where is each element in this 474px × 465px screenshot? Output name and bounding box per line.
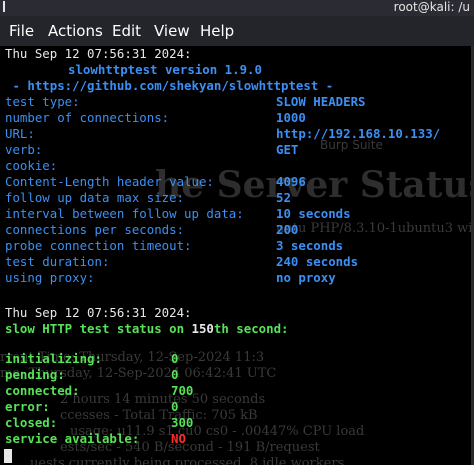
- terminal-icon: [3, 1, 14, 12]
- status-heading-suffix: th second:: [213, 321, 289, 336]
- menu-edit[interactable]: Edit: [112, 22, 141, 40]
- status-label: pending:: [5, 367, 65, 382]
- status-value: 0: [171, 367, 179, 382]
- status-timestamp: Thu Sep 12 07:56:31 2024:: [5, 305, 192, 320]
- status-heading-number: 150: [191, 321, 214, 336]
- config-label: follow up data max size:: [5, 190, 185, 205]
- background-text: ccesses - Total Traffic: 705 kB: [60, 408, 258, 423]
- status-value: 0: [171, 351, 179, 366]
- status-label: closed:: [5, 415, 58, 430]
- terminal-cursor: [4, 449, 12, 463]
- config-label: verb:: [5, 142, 43, 157]
- tool-url: - https://github.com/shekyan/slowhttptes…: [5, 78, 334, 93]
- menu-actions[interactable]: Actions: [48, 22, 103, 40]
- config-value: http://192.168.10.133/: [276, 126, 441, 141]
- menu-help[interactable]: Help: [200, 22, 234, 40]
- tool-version: slowhttptest version 1.9.0: [68, 62, 262, 77]
- config-label: probe connection timeout:: [5, 238, 192, 253]
- title-bar: root@kali: /u: [0, 0, 474, 16]
- status-value: 300: [171, 415, 194, 430]
- config-label: using proxy:: [5, 270, 95, 285]
- menu-bar: File Actions Edit View Help: [0, 16, 474, 46]
- config-label: connections per seconds:: [5, 222, 185, 237]
- config-label: interval between follow up data:: [5, 206, 244, 221]
- status-label: connected:: [5, 383, 80, 398]
- config-label: cookie:: [5, 158, 58, 173]
- menu-view[interactable]: View: [154, 22, 190, 40]
- config-value: SLOW HEADERS: [276, 94, 366, 109]
- config-label: Content-Length header value:: [5, 174, 214, 189]
- config-value: 4096: [276, 174, 306, 189]
- config-label: URL:: [5, 126, 35, 141]
- service-available-value: NO: [171, 431, 186, 446]
- background-text: 2 hours 14 minutes 50 seconds: [60, 392, 266, 407]
- menu-file[interactable]: File: [9, 22, 34, 40]
- config-value: 3 seconds: [276, 238, 344, 253]
- background-text: untu PHP/8.3.10-1ubuntu3 with: [276, 221, 474, 236]
- status-value: 0: [171, 399, 179, 414]
- config-label: number of connections:: [5, 110, 170, 125]
- status-heading-prefix: slow HTTP test status on: [5, 321, 192, 336]
- status-label: error:: [5, 399, 50, 414]
- config-value: no proxy: [276, 270, 336, 285]
- status-label: service available:: [5, 431, 140, 446]
- config-value: 200: [276, 222, 299, 237]
- config-label: test duration:: [5, 254, 110, 269]
- config-value: GET: [276, 142, 299, 157]
- config-value: 52: [276, 190, 291, 205]
- header-timestamp: Thu Sep 12 07:56:31 2024:: [5, 46, 192, 61]
- config-value: 1000: [276, 110, 306, 125]
- config-label: test type:: [5, 94, 80, 109]
- config-value: 240 seconds: [276, 254, 359, 269]
- window-title: root@kali: /u: [393, 0, 470, 14]
- status-value: 700: [171, 383, 194, 398]
- background-text: uests currently being processed, 8 idle …: [30, 456, 345, 465]
- config-value: 10 seconds: [276, 206, 351, 221]
- status-heading: slow HTTP test status on 150th second:: [5, 321, 289, 337]
- status-label: initializing:: [5, 351, 102, 366]
